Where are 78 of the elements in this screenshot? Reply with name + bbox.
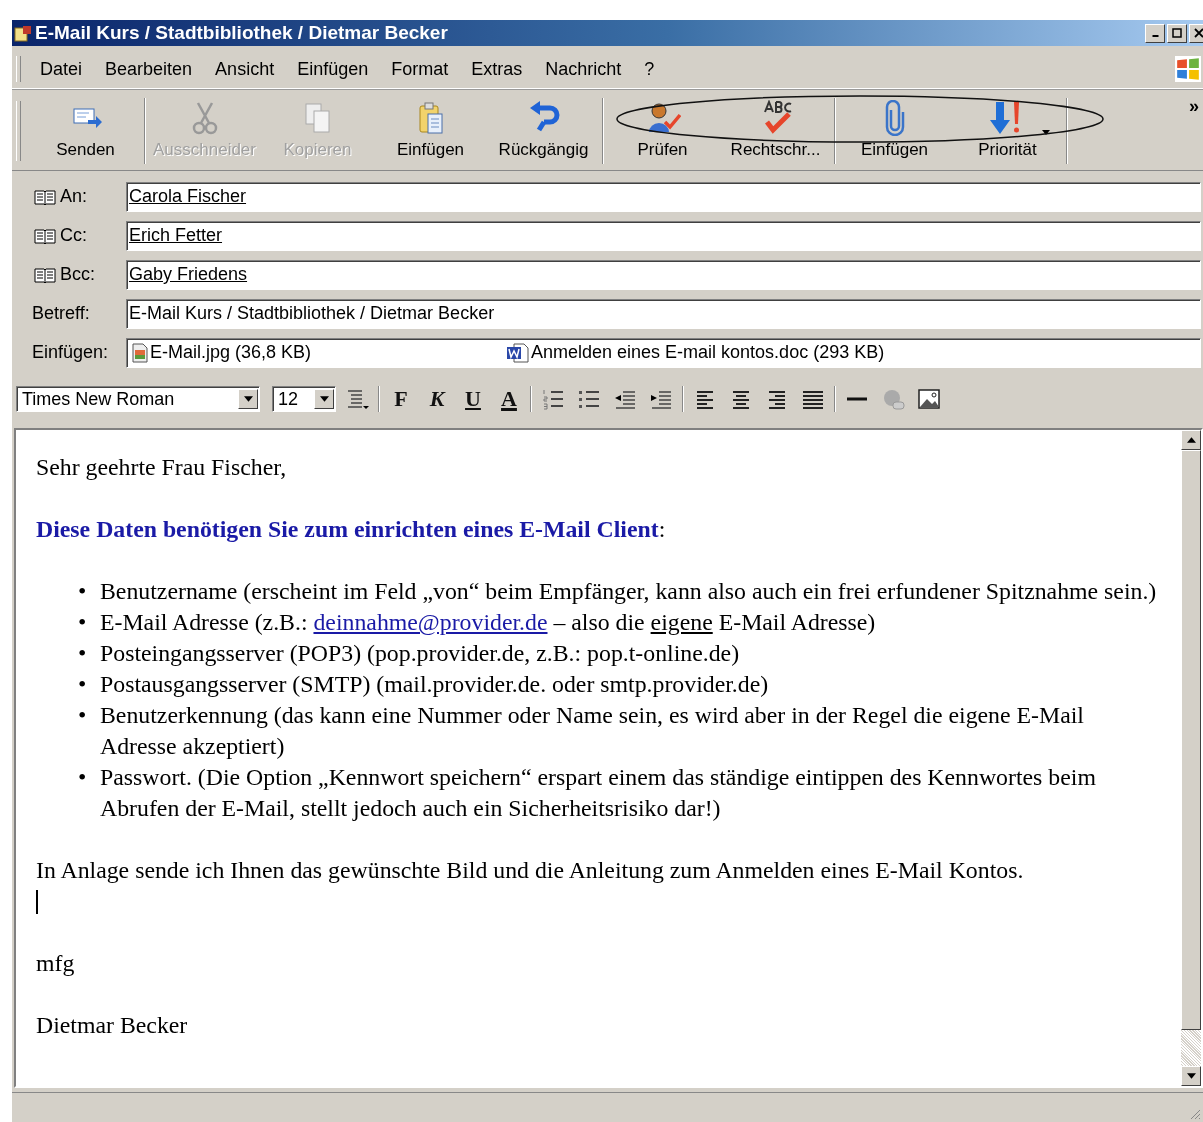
- attachment[interactable]: E-Mail.jpg (36,8 KB): [131, 342, 506, 363]
- dropdown-arrow-icon[interactable]: [319, 396, 329, 402]
- bullet-marker: •: [78, 608, 88, 637]
- menu-item[interactable]: Einfügen: [286, 58, 380, 80]
- toolbar-button[interactable]: Einfügen: [374, 96, 487, 166]
- address-book-icon[interactable]: [34, 188, 56, 205]
- address-book-icon[interactable]: [34, 266, 56, 283]
- bullet-marker: •: [78, 701, 88, 730]
- bullet-item: Benutzerkennung (das kann eine Nummer oder Name sein, es wird aber in der Regel die eigene E-Mail Adresse akzeptiert): [100, 701, 1085, 761]
- field-label: An:: [60, 186, 88, 207]
- numbered-list-icon[interactable]: [541, 387, 565, 411]
- text-field[interactable]: Erich Fetter: [126, 220, 1201, 251]
- field-label: Einfügen:: [32, 342, 109, 363]
- format-button[interactable]: K: [422, 384, 452, 414]
- maximize-icon: [1172, 28, 1182, 38]
- paragraph-style-icon[interactable]: [345, 387, 369, 411]
- text-field[interactable]: E-Mail Kurs / Stadtbibliothek / Dietmar Becker: [126, 298, 1201, 329]
- menu-item[interactable]: Ansicht: [204, 58, 286, 80]
- scroll-up-button[interactable]: [1181, 430, 1201, 450]
- menu-item[interactable]: Datei: [29, 58, 94, 80]
- bullet-item: Passwort. (Die Option „Kennwort speichern“ erspart einem das ständige eintippen des Kennwortes beim Abrufen der E-Mail, stellt jedoch auch ein Sicherheitsrisiko dar!): [100, 763, 1097, 823]
- menu-item[interactable]: Extras: [460, 58, 534, 80]
- attachment-field[interactable]: E-Mail.jpg (36,8 KB) Anmelden eines E-mail kontos.doc (293 KB): [126, 337, 1201, 368]
- bullet-marker: •: [78, 763, 88, 792]
- bullet-item: Posteingangsserver (POP3) (pop.provider.de, z.B.: pop.t-online.de): [100, 639, 741, 668]
- body-text: In Anlage sende ich Ihnen das gewünschte Bild und die Anleitung zum Anmelden eines E-Mail Kontos.: [36, 856, 1025, 885]
- dropdown-arrow-icon[interactable]: [243, 396, 253, 402]
- scroll-down-button[interactable]: [1181, 1066, 1201, 1086]
- bullet-item: Postausgangsserver (SMTP) (mail.provider.de. oder smtp.provider.de): [100, 670, 770, 699]
- format-button[interactable]: A: [494, 384, 524, 414]
- close-icon: [1194, 28, 1203, 38]
- image-file-icon: [131, 342, 149, 363]
- dropdown-arrow-icon[interactable]: [1042, 130, 1050, 135]
- address-book-icon[interactable]: [34, 227, 56, 244]
- maximize-button[interactable]: [1167, 23, 1187, 43]
- heading-text: Diese Daten benötigen Sie zum einrichten eines E-Mail Client:: [36, 515, 667, 544]
- toolbar-button[interactable]: Einfügen: [838, 96, 951, 166]
- toolbar-button[interactable]: Priorität: [951, 96, 1064, 166]
- windows-logo-icon: [1175, 56, 1201, 82]
- field-label: Betreff:: [32, 303, 90, 324]
- attachment[interactable]: Anmelden eines E-mail kontos.doc (293 KB): [506, 342, 885, 363]
- menu-item[interactable]: ?: [633, 58, 666, 80]
- format-button[interactable]: F: [386, 384, 416, 414]
- bullet-marker: •: [78, 670, 88, 699]
- text-field[interactable]: Carola Fischer: [126, 181, 1201, 212]
- toolbar-button[interactable]: Rechtschr...: [719, 96, 832, 166]
- font-select[interactable]: Times New Roman: [16, 386, 260, 412]
- bullet-item: E-Mail Adresse (z.B.: deinnahme@provider.de – also die eigene E-Mail Adresse): [100, 608, 877, 637]
- field-label: Bcc:: [60, 264, 95, 285]
- greeting-text: Sehr geehrte Frau Fischer,: [36, 453, 288, 482]
- close-button[interactable]: [1189, 23, 1203, 43]
- font-size-select[interactable]: 12: [272, 386, 336, 412]
- menu-item[interactable]: Bearbeiten: [94, 58, 204, 80]
- field-label: Cc:: [60, 225, 87, 246]
- word-document-icon: [506, 342, 530, 363]
- bullet-marker: •: [78, 577, 88, 606]
- menu-item[interactable]: Nachricht: [534, 58, 633, 80]
- bullet-item: Benutzername (erscheint im Feld „von“ beim Empfänger, kann also auch ein frei erfundener Spitznahme sein.): [100, 577, 1158, 606]
- format-button[interactable]: U: [458, 384, 488, 414]
- toolbar-button[interactable]: Rückgängig: [487, 96, 600, 166]
- signature-text: Dietmar Becker: [36, 1011, 189, 1040]
- minimize-icon: [1151, 35, 1159, 37]
- more-tools-button[interactable]: »: [1189, 96, 1199, 117]
- toolbar-button[interactable]: Prüfen: [606, 96, 719, 166]
- scroll-up-icon[interactable]: [1186, 437, 1196, 443]
- window-title: E-Mail Kurs / Stadtbibliothek / Dietmar Becker: [35, 22, 449, 44]
- email-link[interactable]: deinnahme@provider.de: [313, 609, 548, 635]
- sign-off-text: mfg: [36, 949, 76, 978]
- resize-grip-icon[interactable]: [1189, 1108, 1201, 1120]
- text-cursor: [36, 889, 38, 914]
- insert-image-icon[interactable]: [917, 387, 941, 411]
- bullet-marker: •: [78, 639, 88, 668]
- scroll-down-icon[interactable]: [1186, 1073, 1196, 1079]
- minimize-button[interactable]: [1145, 23, 1165, 43]
- text-field[interactable]: Gaby Friedens: [126, 259, 1201, 290]
- menu-item[interactable]: Format: [380, 58, 460, 80]
- toolbar-button[interactable]: Senden: [29, 96, 142, 166]
- scroll-thumb[interactable]: [1181, 450, 1201, 1030]
